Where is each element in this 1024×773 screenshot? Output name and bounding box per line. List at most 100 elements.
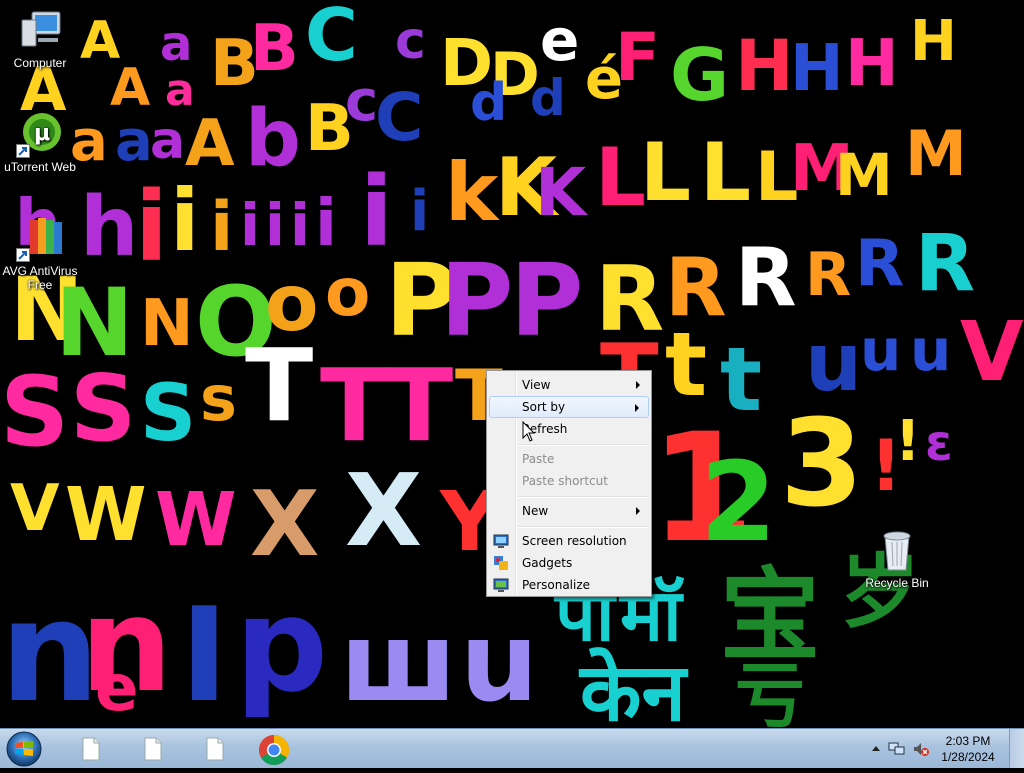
svg-text:!: !: [895, 409, 921, 474]
menu-item-label: Personalize: [522, 578, 591, 592]
svg-text:i: i: [265, 191, 285, 259]
svg-text:i: i: [410, 179, 429, 244]
menu-item-label: Screen resolution: [522, 534, 627, 548]
taskbar-document-2[interactable]: [124, 731, 178, 767]
svg-text:d: d: [530, 69, 566, 127]
menu-item-paste[interactable]: Paste: [489, 448, 649, 470]
chrome-icon: [258, 735, 290, 766]
svg-text:i: i: [170, 171, 199, 271]
svg-text:C: C: [375, 79, 423, 156]
start-button[interactable]: [4, 730, 44, 768]
submenu-arrow-icon: [636, 381, 640, 389]
svg-text:k: k: [445, 146, 500, 239]
network-icon[interactable]: [888, 741, 906, 757]
menu-separator: [518, 496, 648, 498]
svg-text:L: L: [595, 131, 646, 224]
windows-logo-icon: [6, 731, 42, 767]
mouse-cursor-icon: [522, 421, 536, 442]
svg-text:L: L: [640, 126, 691, 219]
menu-item-gadgets[interactable]: Gadgets: [489, 552, 649, 574]
svg-text:u: u: [910, 316, 951, 384]
svg-text:i: i: [210, 188, 233, 267]
menu-item-label: New: [522, 504, 549, 518]
recycle-bin-icon: [873, 526, 921, 574]
menu-item-refresh[interactable]: Refresh: [489, 418, 649, 440]
svg-text:u: u: [460, 598, 538, 726]
svg-text:B: B: [250, 12, 299, 86]
desktop-icon-recycle-bin[interactable]: Recycle Bin: [857, 526, 937, 590]
svg-text:X: X: [345, 452, 422, 569]
desktop-context-menu: View Sort by Refresh Paste Paste shortcu…: [486, 370, 652, 597]
menu-item-label: Paste shortcut: [522, 474, 608, 488]
svg-text:M: M: [905, 117, 967, 190]
svg-text:W: W: [155, 477, 237, 563]
desktop-icon-avg-antivirus[interactable]: AVG AntiVirus Free: [0, 214, 80, 292]
svg-text:i: i: [315, 187, 337, 261]
svg-text:N: N: [140, 287, 194, 361]
svg-text:F: F: [615, 19, 660, 96]
svg-text:H: H: [790, 32, 844, 106]
volume-muted-icon[interactable]: [912, 741, 930, 757]
desktop-icon-utorrent-web[interactable]: μ uTorrent Web: [0, 110, 80, 174]
screen-resolution-icon: [493, 534, 509, 548]
svg-text:i: i: [135, 171, 168, 283]
taskbar: 2:03 PM 1/28/2024: [0, 728, 1024, 768]
computer-icon: [16, 6, 64, 54]
svg-text:C: C: [305, 0, 358, 77]
avg-antivirus-icon: [16, 214, 64, 262]
clock[interactable]: 2:03 PM 1/28/2024: [938, 733, 998, 765]
show-desktop-button[interactable]: [1009, 729, 1024, 768]
svg-text:h: h: [80, 180, 138, 275]
submenu-arrow-icon: [635, 404, 639, 412]
svg-text:b: b: [245, 94, 301, 184]
menu-item-sort-by[interactable]: Sort by: [489, 396, 649, 418]
svg-text:t: t: [665, 313, 707, 416]
svg-text:S: S: [70, 355, 136, 462]
svg-text:A: A: [185, 107, 235, 181]
svg-text:2: 2: [700, 438, 777, 566]
taskbar-chrome[interactable]: [248, 731, 302, 767]
submenu-arrow-icon: [636, 507, 640, 515]
svg-text:p: p: [235, 569, 328, 721]
svg-text:V: V: [10, 472, 60, 546]
svg-text:I: I: [180, 579, 228, 728]
svg-text:X: X: [250, 472, 319, 577]
menu-item-personalize[interactable]: Personalize: [489, 574, 649, 596]
svg-text:a: a: [160, 16, 192, 72]
clock-date: 1/28/2024: [941, 750, 995, 764]
svg-text:a: a: [150, 111, 185, 171]
document-icon: [82, 737, 100, 761]
svg-text:亏: 亏: [735, 655, 805, 728]
svg-text:e: e: [540, 6, 579, 74]
svg-text:K: K: [535, 154, 589, 231]
taskbar-document-1[interactable]: [62, 731, 116, 767]
menu-item-screen-resolution[interactable]: Screen resolution: [489, 530, 649, 552]
svg-text:3: 3: [780, 395, 864, 534]
shortcut-arrow-icon: [16, 144, 30, 158]
menu-item-label: Gadgets: [522, 556, 573, 570]
desktop-icon-computer[interactable]: Computer: [0, 6, 80, 70]
svg-text:c: c: [345, 69, 378, 134]
svg-text:a: a: [115, 109, 153, 174]
svg-text:R: R: [915, 219, 975, 309]
desktop-icon-label: uTorrent Web: [4, 160, 76, 174]
svg-text:W: W: [65, 472, 147, 558]
show-hidden-icons-icon[interactable]: [872, 745, 880, 751]
svg-text:T: T: [385, 347, 453, 464]
svg-text:ш: ш: [340, 598, 457, 726]
menu-separator: [518, 444, 648, 446]
svg-text:H: H: [735, 25, 794, 107]
svg-text:R: R: [855, 227, 904, 301]
menu-item-new[interactable]: New: [489, 500, 649, 522]
svg-text:d: d: [470, 73, 507, 133]
taskbar-document-3[interactable]: [186, 731, 240, 767]
menu-item-paste-shortcut[interactable]: Paste shortcut: [489, 470, 649, 492]
svg-text:H: H: [910, 9, 957, 74]
svg-text:ε: ε: [925, 414, 953, 472]
svg-text:c: c: [395, 11, 426, 71]
svg-text:T: T: [245, 327, 313, 444]
svg-text:M: M: [835, 141, 893, 209]
svg-text:R: R: [805, 240, 851, 310]
menu-item-view[interactable]: View: [489, 374, 649, 396]
svg-text:H: H: [845, 27, 899, 101]
